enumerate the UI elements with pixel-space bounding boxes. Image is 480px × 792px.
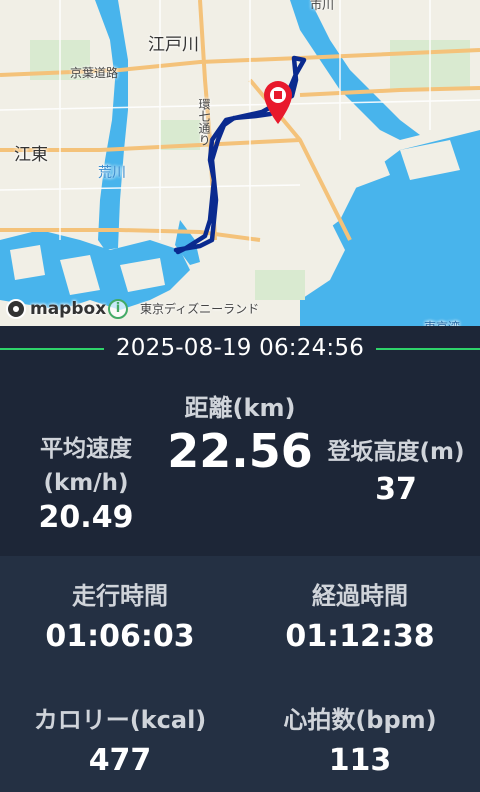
elevation-label: 登坂高度(m) [327, 439, 465, 465]
map-label-kanna: 環七通り [197, 98, 211, 146]
map-canvas [0, 0, 480, 326]
map-label-edogawa: 江戸川 [148, 35, 199, 55]
moving-time-cell: 走行時間 01:06:03 [0, 576, 240, 654]
elevation-value: 37 [375, 472, 417, 507]
calories-cell: カロリー(kcal) 477 [0, 700, 240, 778]
elapsed-time-label: 経過時間 [312, 582, 408, 610]
moving-time-label: 走行時間 [72, 582, 168, 610]
map-label-tokyo-bay: 東京湾 [424, 318, 460, 326]
avg-speed-value: 20.49 [38, 500, 134, 535]
location-pin-icon[interactable] [263, 80, 293, 124]
heart-rate-cell: 心拍数(bpm) 113 [240, 700, 480, 778]
map-label-disneyland: 東京ディズニーランド [140, 302, 260, 316]
heart-rate-label: 心拍数(bpm) [283, 706, 437, 734]
map-label-koto: 江東 [14, 145, 48, 165]
elapsed-time-value: 01:12:38 [285, 619, 435, 654]
moving-time-value: 01:06:03 [45, 619, 195, 654]
divider-right [376, 348, 480, 350]
info-icon[interactable]: i [108, 299, 128, 319]
elapsed-time-cell: 経過時間 01:12:38 [240, 576, 480, 654]
mapbox-attribution: mapbox [30, 299, 107, 319]
detail-stats: 走行時間 01:06:03 経過時間 01:12:38 カロリー(kcal) 4… [0, 556, 480, 792]
map-label-keiyo-road: 京葉道路 [70, 66, 119, 80]
mapbox-icon [6, 299, 26, 319]
summary-stats: 距離(km) 22.56 平均速度(km/h) 20.49 登坂高度(m) 37 [0, 372, 480, 556]
activity-date-header: 2025-08-19 06:24:56 [0, 326, 480, 372]
calories-label: カロリー(kcal) [33, 706, 207, 734]
map-label-arakawa: 荒川 [98, 165, 126, 181]
avg-speed-label: 平均速度(km/h) [40, 436, 132, 496]
heart-rate-value: 113 [328, 743, 392, 778]
route-map[interactable]: 江戸川 京葉道路 環七通り 江東 荒川 市川 東京ディズニーランド 東京湾 ma… [0, 0, 480, 326]
map-label-ichikawa: 市川 [310, 0, 335, 12]
mapbox-logo[interactable]: mapbox [6, 298, 106, 320]
calories-value: 477 [88, 743, 152, 778]
distance-label: 距離(km) [184, 394, 296, 422]
